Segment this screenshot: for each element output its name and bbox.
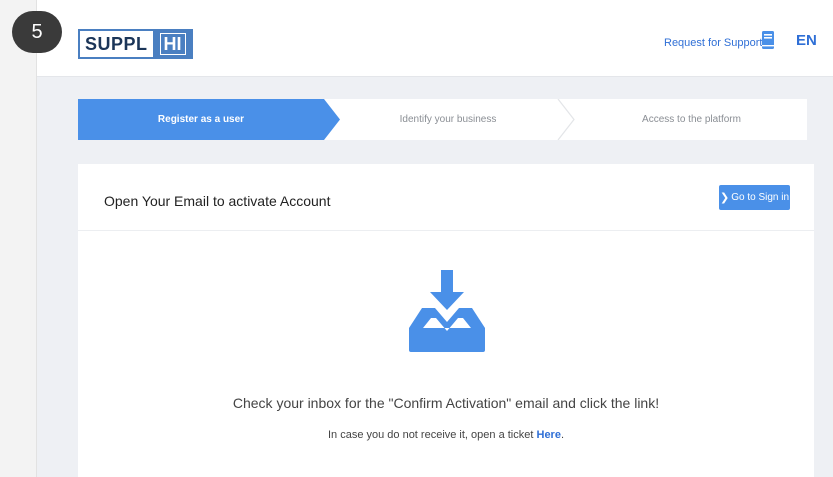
activation-instruction: Check your inbox for the "Confirm Activa… bbox=[232, 395, 660, 411]
logo-text-hi: HI bbox=[159, 33, 186, 55]
step-register-user: Register as a user bbox=[78, 99, 324, 140]
step-label: Access to the platform bbox=[642, 114, 741, 125]
step-identify-business: Identify your business bbox=[340, 99, 556, 140]
supplhi-logo[interactable]: SUPPL HI bbox=[78, 29, 193, 59]
book-icon[interactable] bbox=[762, 31, 774, 49]
step-label: Identify your business bbox=[399, 114, 497, 125]
top-bar: SUPPL HI Request for Support EN bbox=[37, 13, 833, 77]
language-selector[interactable]: EN bbox=[796, 32, 817, 49]
sign-in-label: Go to Sign in bbox=[731, 192, 790, 203]
ticket-hint: In case you do not receive it, open a ti… bbox=[78, 429, 814, 441]
step-number: 5 bbox=[31, 20, 43, 43]
logo-text-suppl: SUPPL bbox=[78, 29, 153, 59]
step-number-badge: 5 bbox=[12, 11, 62, 53]
ticket-hint-period: . bbox=[560, 429, 565, 441]
step-access-platform: Access to the platform bbox=[576, 99, 807, 140]
step-divider-chevron bbox=[557, 99, 575, 140]
activation-card-body: Check your inbox for the "Confirm Activa… bbox=[78, 231, 814, 477]
outer-frame-left bbox=[0, 0, 37, 477]
inbox-download-icon bbox=[409, 270, 485, 352]
request-support-link[interactable]: Request for Support bbox=[664, 37, 762, 49]
activation-card-header: Open Your Email to activate Account ❯ Go… bbox=[78, 164, 814, 231]
logo-text-hi-box: HI bbox=[152, 29, 193, 59]
open-ticket-link[interactable]: Here bbox=[537, 429, 561, 441]
step-label: Register as a user bbox=[157, 114, 245, 125]
app-window: SUPPL HI Request for Support EN Register… bbox=[37, 13, 833, 477]
registration-stepper: Register as a user Identify your busines… bbox=[78, 99, 807, 140]
chevron-right-icon: ❯ bbox=[719, 192, 730, 204]
ticket-hint-text: In case you do not receive it, open a ti… bbox=[327, 429, 534, 441]
card-title: Open Your Email to activate Account bbox=[104, 193, 331, 209]
go-to-sign-in-button[interactable]: ❯ Go to Sign in bbox=[719, 185, 790, 210]
